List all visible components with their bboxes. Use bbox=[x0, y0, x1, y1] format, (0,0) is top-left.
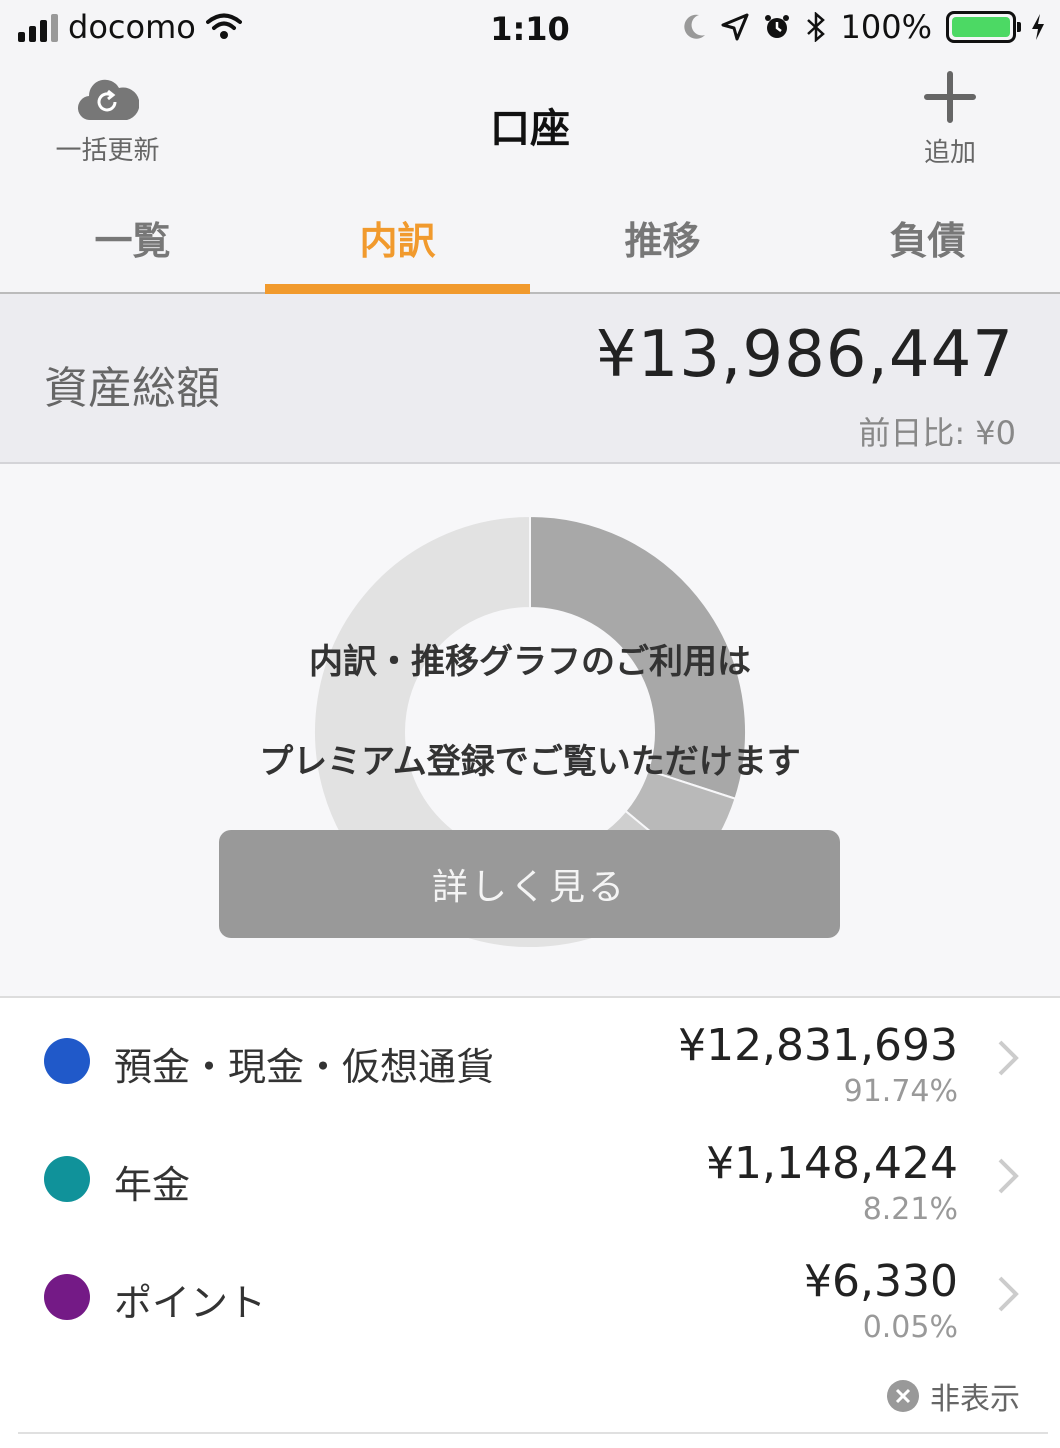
day-over-day-diff: 前日比: ¥0 bbox=[858, 414, 1016, 452]
category-percent: 8.21% bbox=[862, 1192, 958, 1227]
premium-message-line1: 内訳・推移グラフのご利用は bbox=[309, 642, 751, 682]
category-percent: 91.74% bbox=[843, 1074, 958, 1109]
chevron-right-icon bbox=[998, 1040, 1019, 1076]
close-circle-icon bbox=[887, 1380, 919, 1412]
chart-area: 内訳・推移グラフのご利用は プレミアム登録でご覧いただけます 詳しく見る bbox=[0, 464, 1060, 998]
moon-icon bbox=[683, 14, 705, 39]
category-amount: ¥1,148,424 bbox=[706, 1138, 958, 1189]
bottom-banner-edge bbox=[18, 1432, 1048, 1448]
add-label: 追加 bbox=[923, 138, 976, 168]
location-icon bbox=[721, 13, 749, 41]
tab-history[interactable]: 推移 bbox=[530, 190, 795, 292]
tab-bar: 一覧 内訳 推移 負債 bbox=[0, 190, 1060, 294]
category-name: ポイント bbox=[114, 1281, 267, 1325]
tab-list[interactable]: 一覧 bbox=[0, 190, 265, 292]
tab-breakdown[interactable]: 内訳 bbox=[265, 190, 530, 294]
page-title: 口座 bbox=[490, 106, 570, 152]
tab-liabilities[interactable]: 負債 bbox=[795, 190, 1060, 292]
nav-header: 一括更新 口座 追加 bbox=[0, 60, 1060, 190]
total-assets-panel: 資産総額 ¥13,986,447 前日比: ¥0 bbox=[0, 294, 1060, 464]
total-assets-label: 資産総額 bbox=[44, 363, 220, 414]
category-amount: ¥12,831,693 bbox=[678, 1020, 958, 1071]
list-item[interactable]: 預金・現金・仮想通貨 ¥12,831,693 91.74% bbox=[0, 998, 1060, 1116]
alarm-icon bbox=[764, 15, 789, 38]
status-right: 100% bbox=[681, 8, 1046, 46]
premium-message-line2: プレミアム登録でご覧いただけます bbox=[259, 742, 801, 782]
plus-icon bbox=[924, 71, 976, 123]
category-name: 預金・現金・仮想通貨 bbox=[114, 1045, 495, 1089]
hide-label: 非表示 bbox=[930, 1382, 1020, 1417]
see-details-button[interactable]: 詳しく見る bbox=[219, 830, 840, 938]
status-bar: docomo 1:10 100% bbox=[0, 0, 1060, 60]
category-color-dot bbox=[44, 1038, 90, 1084]
hide-button[interactable]: 非表示 bbox=[886, 1374, 1020, 1418]
list-item[interactable]: 年金 ¥1,148,424 8.21% bbox=[0, 1116, 1060, 1234]
category-percent: 0.05% bbox=[862, 1310, 958, 1345]
chevron-right-icon bbox=[998, 1158, 1019, 1194]
total-assets-amount: ¥13,986,447 bbox=[595, 318, 1014, 392]
category-list: 預金・現金・仮想通貨 ¥12,831,693 91.74% 年金 ¥1,148,… bbox=[0, 998, 1060, 1448]
list-item[interactable]: ポイント ¥6,330 0.05% bbox=[0, 1234, 1060, 1352]
category-amount: ¥6,330 bbox=[804, 1256, 958, 1307]
bluetooth-icon bbox=[806, 12, 825, 42]
battery-percent: 100% bbox=[840, 8, 932, 46]
chevron-right-icon bbox=[998, 1276, 1019, 1312]
charging-icon bbox=[1032, 14, 1044, 40]
add-button[interactable]: 追加 bbox=[905, 70, 995, 169]
battery-icon bbox=[946, 11, 1021, 43]
category-color-dot bbox=[44, 1156, 90, 1202]
category-name: 年金 bbox=[114, 1163, 191, 1207]
category-color-dot bbox=[44, 1274, 90, 1320]
